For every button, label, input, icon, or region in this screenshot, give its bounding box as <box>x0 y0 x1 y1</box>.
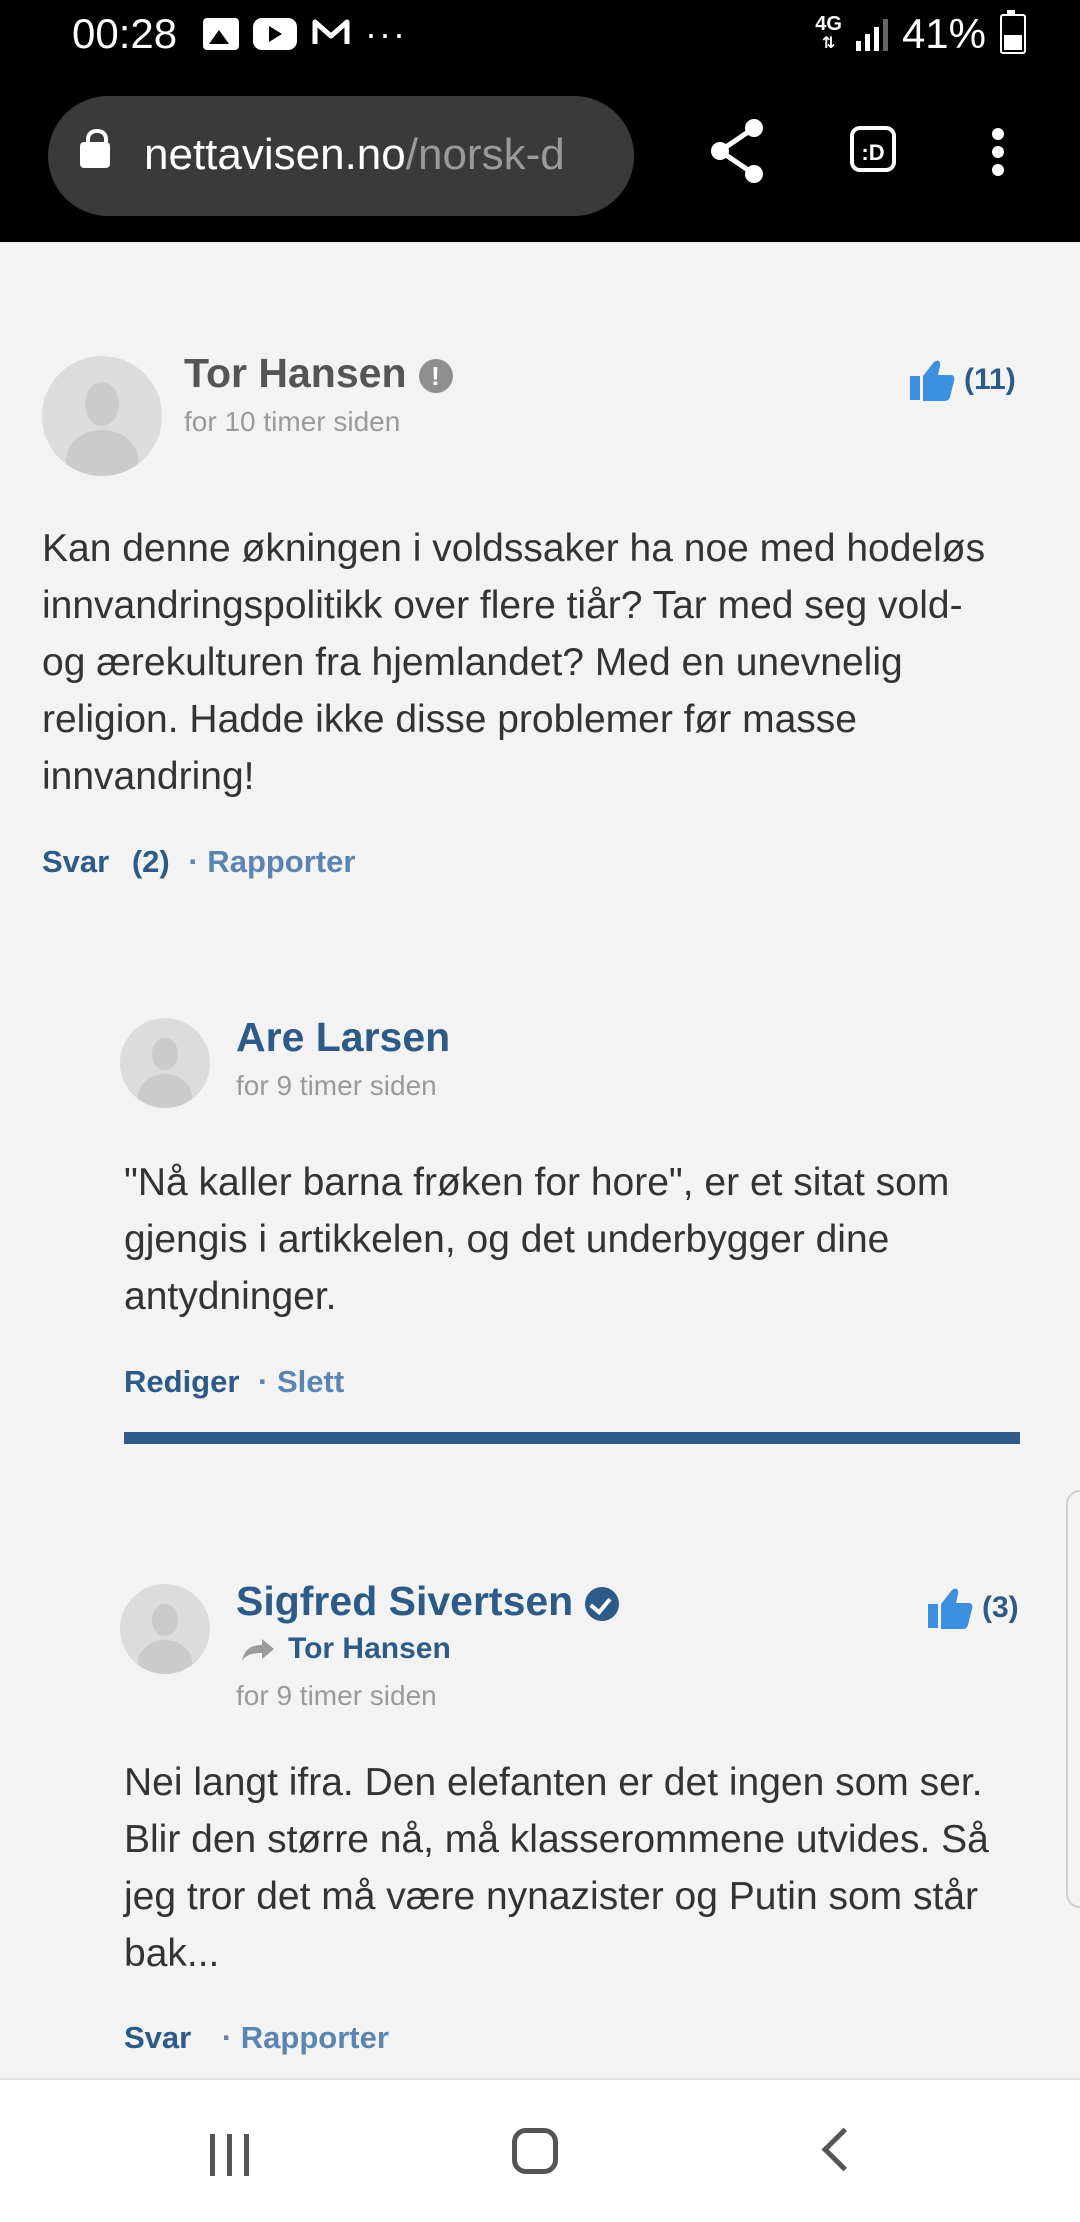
signal-icon <box>855 17 888 51</box>
comment-body: "Nå kaller barna frøken for hore", er et… <box>124 1161 950 1318</box>
image-icon <box>203 18 239 50</box>
url-path: /norsk-d <box>405 130 565 179</box>
recent-apps-button[interactable] <box>210 2134 249 2176</box>
like-button[interactable]: (3) <box>926 1586 1019 1630</box>
reply-button[interactable]: Svar <box>42 844 109 879</box>
reply-to[interactable]: Tor Hansen <box>240 1632 451 1666</box>
url-text[interactable]: nettavisen.no/norsk-d <box>144 130 565 180</box>
comment-author[interactable]: Tor Hansen! <box>184 350 453 397</box>
home-button[interactable] <box>512 2128 558 2174</box>
more-menu-button[interactable] <box>952 106 1042 196</box>
edit-button[interactable]: Rediger <box>124 1364 239 1399</box>
delete-button[interactable]: · Slett <box>258 1364 344 1399</box>
info-badge-icon: ! <box>418 359 453 394</box>
dex-button[interactable]: :D <box>830 106 920 196</box>
comment-body: Kan denne økningen i voldssaker ha noe m… <box>42 527 986 798</box>
report-button[interactable]: · Rapporter <box>222 2020 389 2055</box>
reply-button[interactable]: Svar <box>124 2020 191 2055</box>
comment-time: for 9 timer siden <box>236 1680 437 1711</box>
battery-percent: 41% <box>901 10 986 57</box>
scroll-handle[interactable] <box>1066 1490 1080 1908</box>
battery-icon <box>1000 10 1026 54</box>
comment-actions: Rediger · Slett <box>124 1364 344 1400</box>
youtube-icon <box>253 18 297 50</box>
avatar[interactable] <box>42 356 162 476</box>
avatar[interactable] <box>120 1584 210 1674</box>
comment-body: Nei langt ifra. Den elefanten er det ing… <box>124 1761 989 1975</box>
url-domain: nettavisen.no <box>144 130 406 179</box>
comment-time: for 10 timer siden <box>184 406 401 437</box>
back-button[interactable] <box>821 2127 866 2172</box>
thumbs-up-icon <box>910 360 955 401</box>
share-button[interactable] <box>694 106 784 196</box>
comment-actions: Svar (2) · Rapporter <box>42 844 355 880</box>
report-button[interactable]: · Rapporter <box>188 844 355 879</box>
system-nav-bar <box>0 2078 1080 2222</box>
status-time: 00:28 <box>72 10 178 57</box>
share-icon <box>711 119 763 183</box>
like-count: (3) <box>982 1591 1019 1624</box>
comment-author[interactable]: Are Larsen <box>236 1014 450 1061</box>
more-dots-icon: ··· <box>365 13 407 54</box>
comment-time: for 9 timer siden <box>236 1070 437 1101</box>
status-bar: 00:28 ··· 4G ⇅ 41% <box>0 0 1080 72</box>
lock-icon <box>80 129 110 168</box>
verified-icon <box>585 1587 620 1622</box>
browser-toolbar: nettavisen.no/norsk-d :D <box>0 72 1080 242</box>
network-type: 4G ⇅ <box>815 13 842 52</box>
comment-actions: Svar · Rapporter <box>124 2020 389 2056</box>
dex-icon: :D <box>850 126 896 172</box>
gmail-icon <box>311 16 351 52</box>
reply-count[interactable]: (2) <box>132 844 170 879</box>
thumbs-up-icon <box>928 1588 973 1629</box>
reply-editor-divider <box>124 1432 1020 1444</box>
avatar[interactable] <box>120 1018 210 1108</box>
reply-arrow-icon <box>242 1639 274 1662</box>
comment-author[interactable]: Sigfred Sivertsen <box>236 1578 620 1625</box>
like-button[interactable]: (11) <box>908 358 1016 402</box>
like-count: (11) <box>964 363 1016 396</box>
url-bar[interactable]: nettavisen.no/norsk-d <box>48 96 634 216</box>
